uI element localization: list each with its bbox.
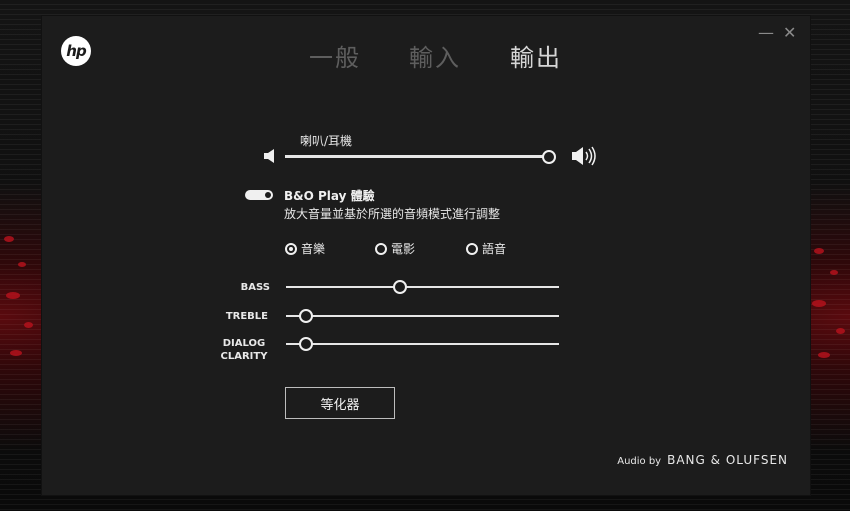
bo-play-title: B&O Play 體驗 xyxy=(284,189,375,203)
mode-label: 語音 xyxy=(482,242,507,256)
mode-radio-movie[interactable]: 電影 xyxy=(375,240,415,257)
dialog-clarity-label: DIALOG CLARITY xyxy=(188,337,268,363)
radio-unselected-icon xyxy=(466,242,478,255)
equalizer-button[interactable]: 等化器 xyxy=(285,387,395,419)
mode-radio-music[interactable]: 音樂 xyxy=(285,240,325,257)
brand-prefix: Audio by xyxy=(617,456,662,467)
background-splat xyxy=(836,328,845,334)
background-splat xyxy=(4,236,14,242)
tab-output[interactable]: 輸出 xyxy=(510,38,562,73)
brand-footer: Audio by BANG & OLUFSEN xyxy=(617,453,788,467)
tab-general[interactable]: 一般 xyxy=(309,38,361,73)
treble-label: TREBLE xyxy=(225,311,268,322)
mode-label: 音樂 xyxy=(301,242,326,256)
bo-play-description: 放大音量並基於所選的音頻模式進行調整 xyxy=(284,207,501,221)
brand-name: BANG & OLUFSEN xyxy=(667,453,788,467)
treble-slider-thumb[interactable] xyxy=(299,309,313,323)
dialog-clarity-text: DIALOG CLARITY xyxy=(220,338,268,362)
minimize-button[interactable]: — xyxy=(758,25,774,41)
background-splat xyxy=(818,352,830,358)
audio-settings-window: hp 一般 輸入 輸出 — ✕ 喇叭/耳機 B&O Play 體驗 放大音量並基… xyxy=(42,16,810,495)
dialog-clarity-slider-thumb[interactable] xyxy=(299,337,313,351)
speaker-mute-icon xyxy=(264,149,274,163)
radio-selected-icon xyxy=(285,242,297,255)
background-splat xyxy=(18,262,26,267)
background-splat xyxy=(10,350,22,356)
mode-radio-voice[interactable]: 語音 xyxy=(466,240,506,257)
bo-play-toggle[interactable] xyxy=(245,190,273,200)
background-splat xyxy=(24,322,33,328)
treble-slider-track[interactable] xyxy=(286,315,559,317)
volume-slider-track[interactable] xyxy=(285,155,549,158)
background-splat xyxy=(830,270,838,275)
bass-label: BASS xyxy=(240,282,270,293)
background-splat xyxy=(814,248,824,254)
volume-label: 喇叭/耳機 xyxy=(300,134,353,148)
volume-slider-thumb[interactable] xyxy=(542,150,556,164)
tab-bar: 一般 輸入 輸出 xyxy=(42,38,810,78)
dialog-clarity-slider-track[interactable] xyxy=(286,343,559,345)
mode-label: 電影 xyxy=(391,242,416,256)
close-button[interactable]: ✕ xyxy=(783,25,796,41)
background-splat xyxy=(6,292,20,299)
radio-unselected-icon xyxy=(375,242,387,255)
speaker-loud-icon xyxy=(572,146,596,166)
bass-slider-track[interactable] xyxy=(286,286,559,288)
background-splat xyxy=(812,300,826,307)
tab-input[interactable]: 輸入 xyxy=(409,38,461,73)
bass-slider-thumb[interactable] xyxy=(393,280,407,294)
